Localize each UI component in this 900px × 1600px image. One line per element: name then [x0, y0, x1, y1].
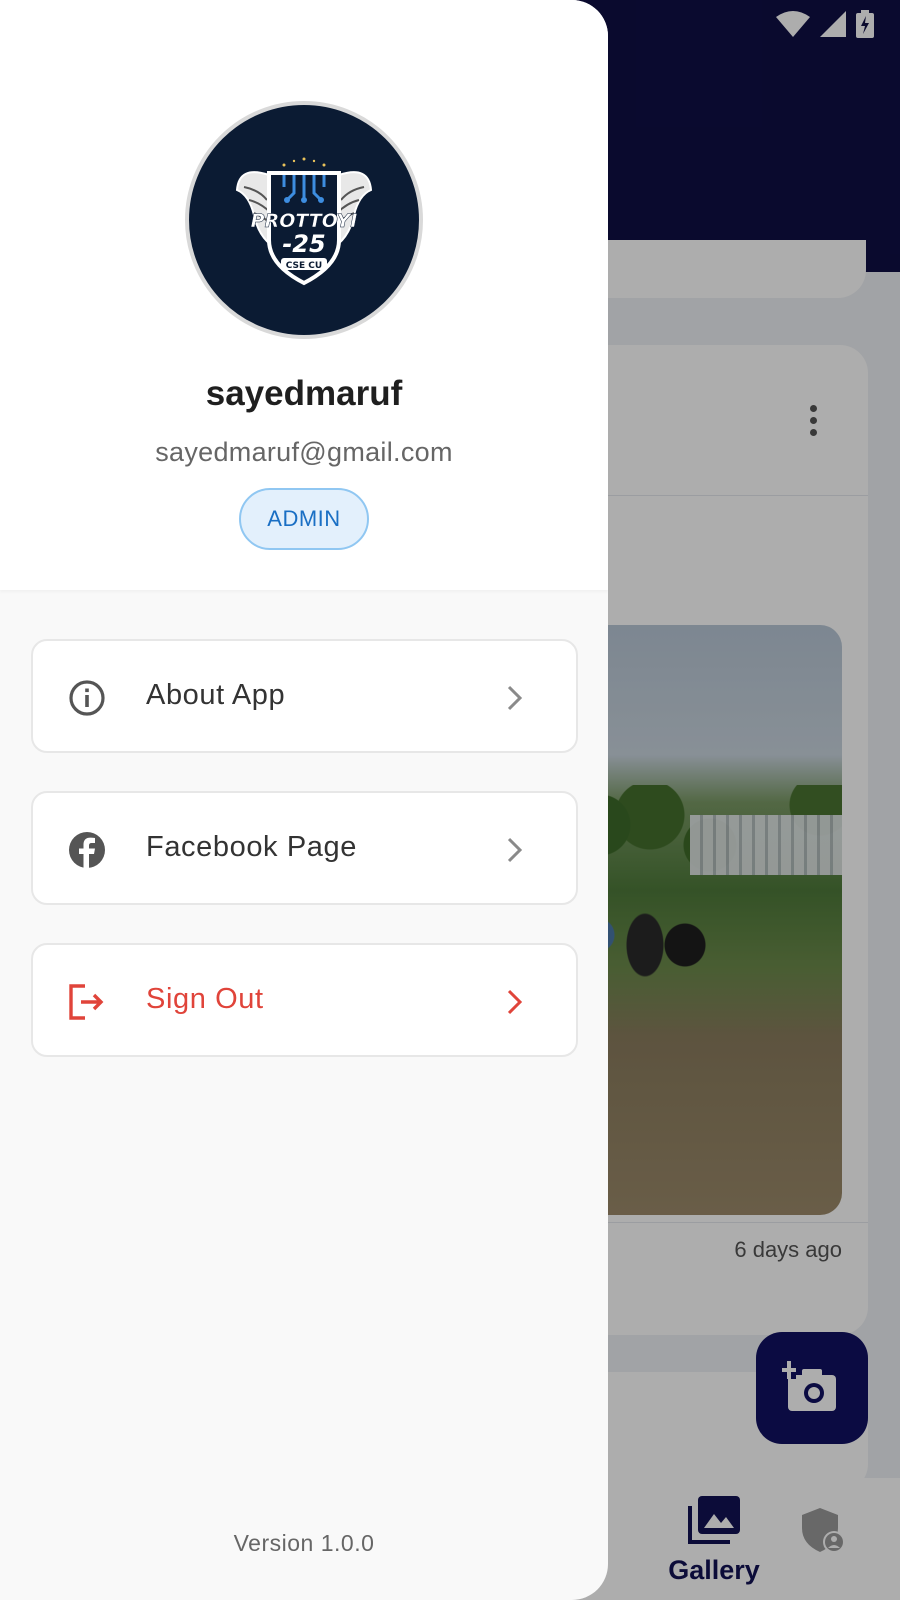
- drawer-profile-header: PROTTOYI -25 CSE CU sayedmaruf sayedmaru…: [0, 0, 608, 590]
- menu-item-about-app[interactable]: About App: [31, 639, 578, 753]
- chevron-right-icon: [507, 685, 523, 711]
- menu-item-label: Sign Out: [146, 983, 264, 1015]
- role-badge: ADMIN: [239, 488, 369, 550]
- menu-item-facebook-page[interactable]: Facebook Page: [31, 791, 578, 905]
- profile-email: sayedmaruf@gmail.com: [155, 437, 453, 467]
- chevron-right-icon: [507, 837, 523, 863]
- svg-text:-25: -25: [282, 230, 325, 258]
- club-logo-icon: PROTTOYI -25 CSE CU: [235, 157, 373, 286]
- profile-username: sayedmaruf: [205, 374, 403, 413]
- app-version: Version 1.0.0: [233, 1530, 375, 1556]
- menu-item-sign-out[interactable]: Sign Out: [31, 943, 578, 1057]
- navigation-drawer: PROTTOYI -25 CSE CU sayedmaruf sayedmaru…: [0, 0, 608, 1600]
- info-icon: [69, 680, 105, 716]
- chevron-right-icon: [507, 989, 523, 1015]
- sign-out-icon: [69, 984, 104, 1020]
- svg-text:CSE CU: CSE CU: [286, 261, 322, 271]
- avatar: PROTTOYI -25 CSE CU: [185, 101, 423, 339]
- facebook-icon: [69, 832, 105, 868]
- svg-text:PROTTOYI: PROTTOYI: [251, 210, 358, 232]
- menu-item-label: Facebook Page: [146, 831, 357, 863]
- menu-item-label: About App: [146, 679, 286, 711]
